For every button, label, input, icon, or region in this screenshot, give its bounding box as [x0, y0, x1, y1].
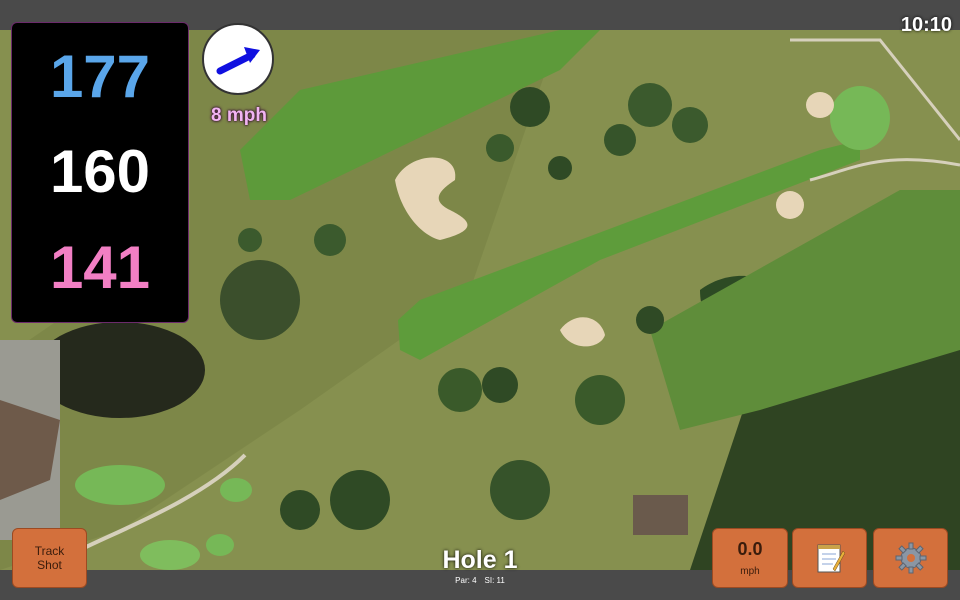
- speed-unit: mph: [740, 566, 760, 577]
- distance-front: 141: [49, 234, 151, 302]
- clock: 10:10: [900, 14, 952, 36]
- wind-speed: 8 mph: [211, 105, 267, 126]
- hole-info: Par: 4 SI: 11: [400, 577, 560, 585]
- wind-indicator: [202, 23, 274, 95]
- arrow-right-icon: [216, 47, 260, 75]
- hole-par: Par: 4: [455, 576, 477, 585]
- track-shot-label-line2: Shot: [37, 558, 62, 572]
- hole-title: Hole 1: [442, 546, 518, 574]
- hole-stroke-index: SI: 11: [484, 576, 505, 585]
- yardage-panel: 177 160 141: [11, 22, 189, 323]
- track-shot-label-line1: Track: [34, 544, 65, 558]
- notepad-icon: [817, 544, 845, 573]
- speed-button[interactable]: 0.0 mph: [712, 528, 788, 588]
- distance-middle: 160: [49, 138, 151, 206]
- distance-back: 177: [49, 42, 151, 110]
- settings-button[interactable]: [873, 528, 948, 588]
- gear-icon: [895, 542, 926, 574]
- notes-button[interactable]: [792, 528, 867, 588]
- speed-value: 0.0: [737, 539, 763, 559]
- track-shot-button[interactable]: Track Shot: [12, 528, 87, 588]
